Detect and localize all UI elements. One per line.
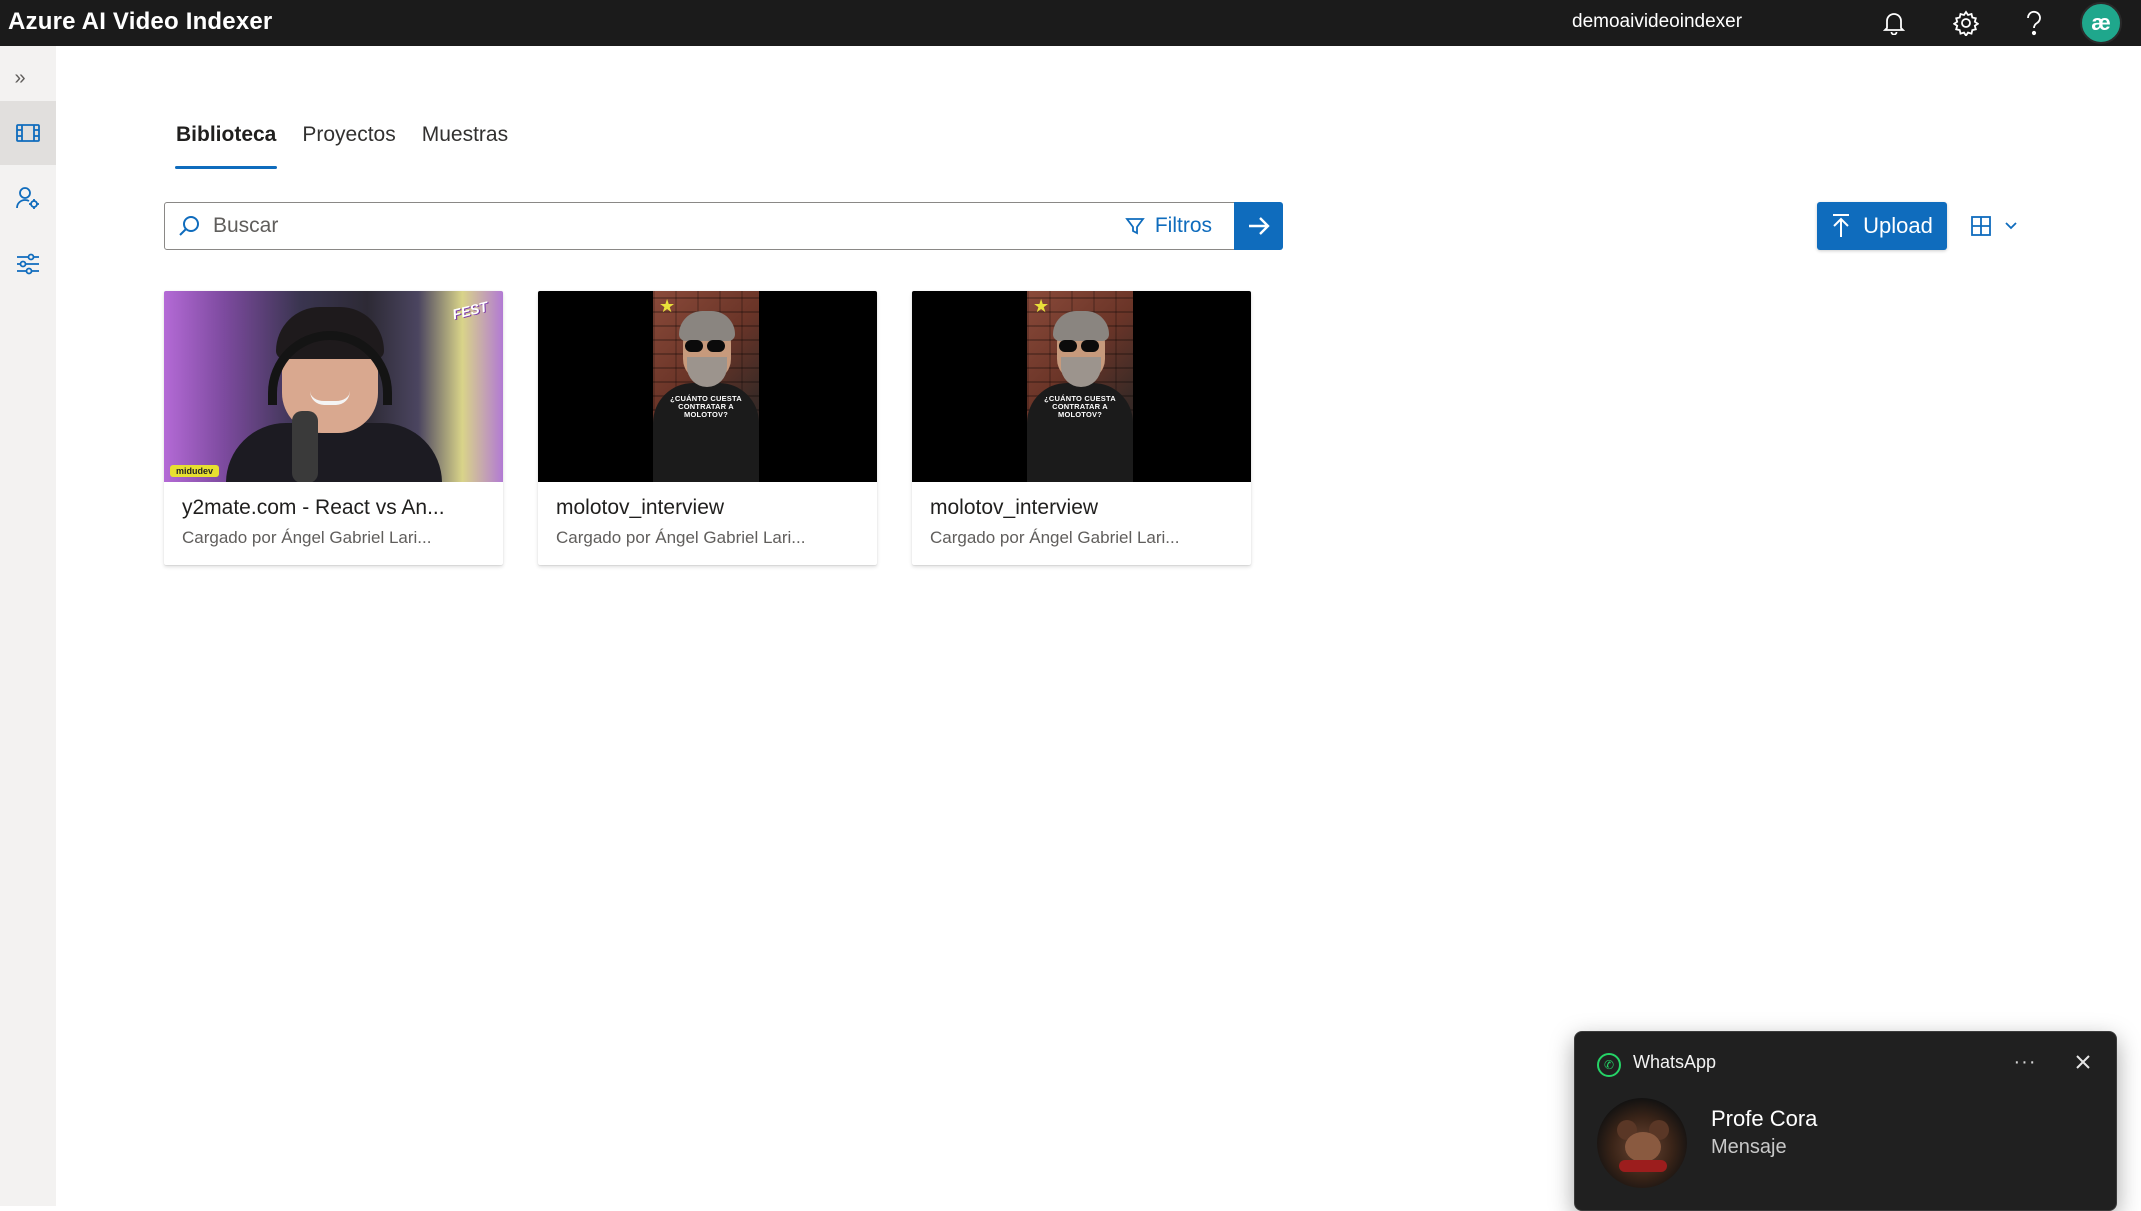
search-icon: [165, 203, 213, 249]
notification-app-name: WhatsApp: [1633, 1052, 1717, 1072]
more-options-button[interactable]: ···: [2005, 1044, 2045, 1080]
video-title[interactable]: molotov_interview: [930, 496, 1098, 520]
video-uploader: Cargado por Ángel Gabriel Lari...: [182, 528, 432, 547]
tab-bar: Biblioteca Proyectos Muestras: [175, 115, 509, 169]
grid-view-icon: [1971, 216, 1991, 236]
whatsapp-notification[interactable]: ✆ WhatsApp ··· Profe Cora Mensaje: [1574, 1031, 2117, 1211]
nav-library[interactable]: [0, 101, 56, 165]
nav-model-customization[interactable]: [0, 232, 56, 296]
top-bar: Azure AI Video Indexer demoaivideoindexe…: [0, 0, 2141, 46]
chevron-down-icon: [2005, 222, 2017, 230]
left-nav: »: [0, 46, 56, 1206]
filters-label: Filtros: [1154, 214, 1212, 237]
tab-biblioteca[interactable]: Biblioteca: [175, 115, 278, 169]
upload-icon: [1833, 214, 1850, 237]
help-icon[interactable]: [2014, 0, 2054, 46]
video-title[interactable]: y2mate.com - React vs An...: [182, 496, 445, 520]
video-uploader: Cargado por Ángel Gabriel Lari...: [556, 528, 806, 547]
search-input[interactable]: [213, 206, 1115, 246]
search-submit-button[interactable]: [1234, 202, 1283, 250]
notification-sender: Profe Cora: [1711, 1106, 1818, 1131]
star-icon: ★: [1033, 296, 1050, 316]
sender-avatar: [1597, 1098, 1687, 1188]
search-box: Filtros: [164, 202, 1235, 250]
tab-muestras[interactable]: Muestras: [421, 115, 509, 169]
filter-icon: [1125, 218, 1145, 235]
video-card[interactable]: ★ ¿CUÁNTO CUESTA CONTRATAR A MOLOTOV? mo…: [538, 291, 877, 565]
video-thumbnail[interactable]: midudev FEST: [164, 291, 503, 482]
film-icon: [16, 124, 40, 142]
video-card[interactable]: midudev FEST y2mate.com - React vs An...…: [164, 291, 503, 565]
video-uploader: Cargado por Ángel Gabriel Lari...: [930, 528, 1180, 547]
whatsapp-icon: ✆: [1597, 1053, 1621, 1077]
star-icon: ★: [659, 296, 676, 316]
person-settings-icon: [16, 187, 39, 209]
account-name[interactable]: demoaivideoindexer: [1572, 6, 1742, 38]
view-toggle[interactable]: [1970, 208, 2030, 244]
upload-label: Upload: [1863, 213, 1933, 238]
notification-message: Mensaje: [1711, 1136, 1787, 1158]
filters-button[interactable]: Filtros: [1115, 203, 1234, 249]
video-title[interactable]: molotov_interview: [556, 496, 724, 520]
thumbnail-caption: ¿CUÁNTO CUESTA CONTRATAR A MOLOTOV?: [1044, 394, 1116, 419]
app-title[interactable]: Azure AI Video Indexer: [8, 6, 272, 38]
thumbnail-caption: ¿CUÁNTO CUESTA CONTRATAR A MOLOTOV?: [670, 394, 742, 419]
video-thumbnail[interactable]: ★ ¿CUÁNTO CUESTA CONTRATAR A MOLOTOV?: [538, 291, 877, 482]
video-thumbnail[interactable]: ★ ¿CUÁNTO CUESTA CONTRATAR A MOLOTOV?: [912, 291, 1251, 482]
upload-button[interactable]: Upload: [1817, 202, 1947, 250]
gear-icon[interactable]: [1946, 0, 1986, 46]
avatar[interactable]: æ: [2080, 2, 2122, 44]
thumbnail-badge: midudev: [170, 465, 220, 477]
sliders-icon: [17, 253, 39, 275]
arrow-right-icon: [1248, 217, 1270, 235]
close-button[interactable]: [2063, 1044, 2103, 1080]
bell-icon[interactable]: [1874, 0, 1914, 46]
nav-account-settings[interactable]: [0, 166, 56, 230]
chevron-double-right-icon[interactable]: »: [0, 58, 40, 98]
thumbnail-logo: FEST: [450, 298, 490, 323]
tab-proyectos[interactable]: Proyectos: [301, 115, 396, 169]
close-icon: [2076, 1055, 2090, 1069]
video-card[interactable]: ★ ¿CUÁNTO CUESTA CONTRATAR A MOLOTOV? mo…: [912, 291, 1251, 565]
